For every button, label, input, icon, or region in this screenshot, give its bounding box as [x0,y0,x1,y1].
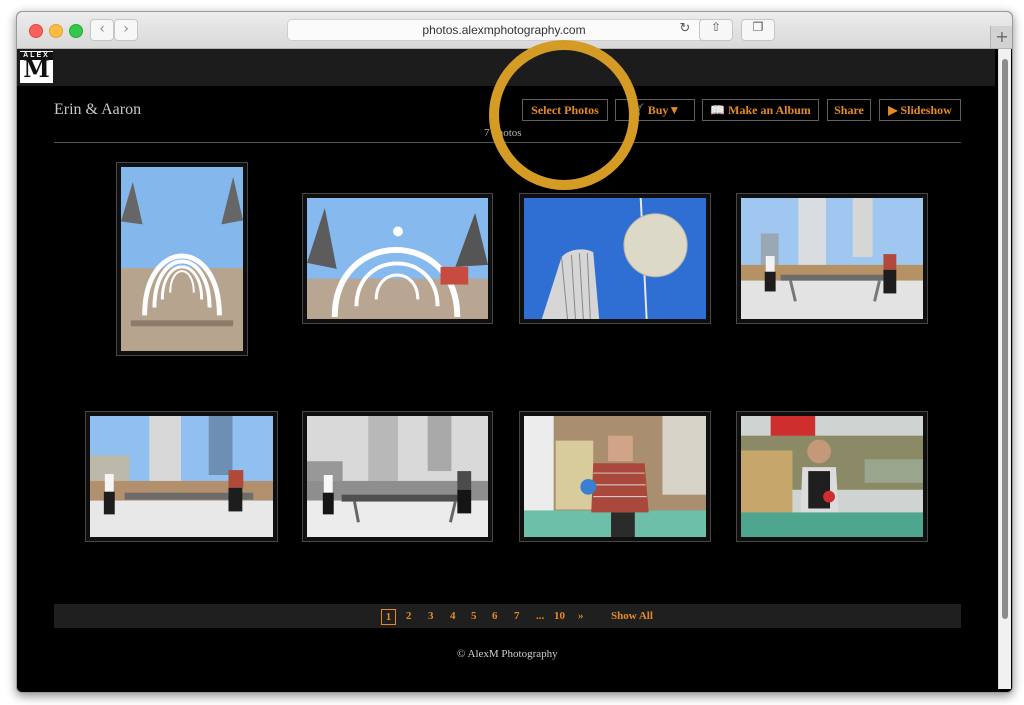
page-ellipsis: ... [536,610,545,622]
photo-thumbnail-1[interactable] [116,162,248,356]
reload-icon[interactable]: ↻ [675,19,695,39]
page-link-2[interactable]: 2 [406,609,412,623]
select-photos-button[interactable]: Select Photos [522,99,608,121]
page-link-1[interactable]: 1 [381,609,396,625]
photo-thumbnail-6[interactable] [302,411,493,542]
header-divider [54,142,961,143]
show-all-link[interactable]: Show All [611,609,653,623]
make-album-button[interactable]: 📖 Make an Album [702,99,819,121]
site-header: ALEX M [17,49,995,86]
forward-button[interactable]: › [114,19,138,41]
photo-thumbnail-7[interactable] [519,411,711,542]
page-link-10[interactable]: 10 [554,609,565,623]
album-title: Erin & Aaron [54,101,142,118]
browser-window: ‹ › photos.alexmphotography.com ↻ ⇧ ❐ + … [16,11,1013,693]
chevron-right-icon: › [123,21,129,37]
vertical-scrollbar[interactable] [998,49,1011,689]
page-link-6[interactable]: 6 [492,609,498,623]
page-link-4[interactable]: 4 [450,609,456,623]
site-logo[interactable]: ALEX M [20,51,53,83]
back-button[interactable]: ‹ [90,19,114,41]
address-bar[interactable]: photos.alexmphotography.com [287,19,721,41]
slideshow-button[interactable]: ▶ Slideshow [879,99,961,121]
pagination-bar: 1 2 3 4 5 6 7 ... 10 » Show All [54,604,961,628]
photo-count: 7 photos [484,127,522,139]
page-link-3[interactable]: 3 [428,609,434,623]
photo-thumbnail-5[interactable] [85,411,278,542]
logo-text: ALEX [20,52,53,60]
chevron-left-icon: ‹ [99,21,105,37]
page-link-7[interactable]: 7 [514,609,520,623]
photo-thumbnail-8[interactable] [736,411,928,542]
next-page-link[interactable]: » [578,609,584,623]
tabs-icon: ❐ [752,20,764,34]
cart-icon: 🛒 [629,103,645,117]
browser-toolbar: ‹ › photos.alexmphotography.com ↻ ⇧ ❐ [17,12,1012,49]
share-album-button[interactable]: Share [827,99,871,121]
photo-thumbnail-3[interactable] [519,193,711,324]
new-tab-button[interactable]: + [990,26,1012,48]
close-window-button[interactable] [29,24,43,38]
share-icon: ⇧ [710,20,722,34]
page-link-5[interactable]: 5 [471,609,477,623]
scrollbar-thumb[interactable] [1002,59,1008,619]
share-button[interactable]: ⇧ [699,19,733,41]
book-icon: 📖 [710,103,726,117]
photo-thumbnail-2[interactable] [302,193,493,324]
minimize-window-button[interactable] [49,24,63,38]
zoom-window-button[interactable] [69,24,83,38]
tabs-button[interactable]: ❐ [741,19,775,41]
copyright-text: © AlexM Photography [457,648,558,660]
photo-thumbnail-4[interactable] [736,193,928,324]
buy-button[interactable]: 🛒 Buy▼ [615,99,695,121]
